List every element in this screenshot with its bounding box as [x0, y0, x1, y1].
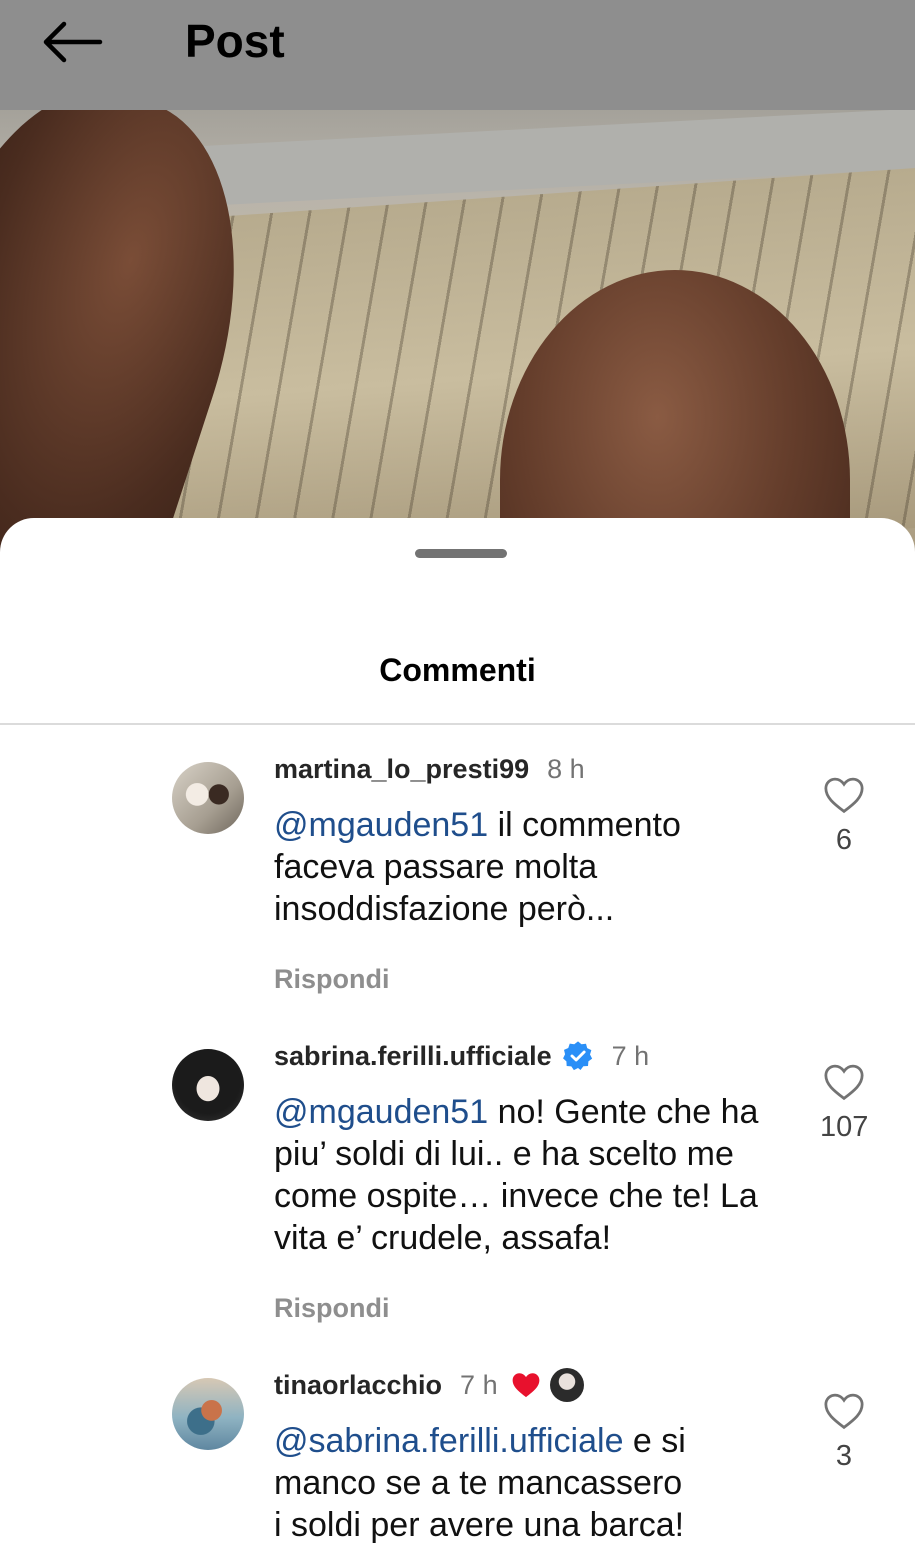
comments-sheet: Commenti martina_lo_presti99 8 h @mgaude…	[0, 518, 915, 1543]
comment-time: 7 h	[611, 1040, 650, 1071]
comment-username[interactable]: tinaorlacchio	[274, 1370, 442, 1401]
comment-line: manco se a te mancassero	[274, 1464, 683, 1502]
author-mini-avatar	[549, 1368, 584, 1402]
avatar[interactable]	[172, 1378, 244, 1450]
divider	[0, 723, 915, 725]
comment-line: e si	[623, 1422, 686, 1460]
comment-header: sabrina.ferilli.ufficiale 7 h	[274, 1039, 649, 1073]
comment-text: @sabrina.ferilli.ufficiale e si manco se…	[274, 1420, 794, 1543]
comment-line: insoddisfazione però...	[274, 890, 615, 928]
comment-time: 7 h	[460, 1369, 498, 1400]
like-button[interactable]: 107	[820, 1063, 868, 1144]
comment-line: come ospite… invece che te! La	[274, 1177, 758, 1215]
like-button[interactable]: 6	[820, 776, 868, 857]
comment-mention[interactable]: @mgauden51	[274, 1093, 488, 1131]
comment-header: martina_lo_presti99 8 h	[274, 752, 585, 786]
comment-line: piu’ soldi di lui.. e ha scelto me	[274, 1135, 734, 1173]
comment-time: 8 h	[547, 753, 585, 784]
comment-line: vita e’ crudele, assafa!	[274, 1219, 612, 1257]
back-button[interactable]	[40, 20, 104, 64]
comment-header: tinaorlacchio 7 h	[274, 1368, 584, 1402]
like-count: 3	[835, 1440, 853, 1472]
heart-icon	[824, 1064, 864, 1101]
page-title: Post	[185, 15, 285, 67]
like-count: 107	[820, 1111, 869, 1143]
avatar[interactable]	[172, 1049, 244, 1121]
top-bar: Post	[0, 0, 915, 110]
comment-line: i soldi per avere una barca!	[274, 1506, 685, 1543]
back-arrow-icon	[43, 21, 103, 63]
heart-icon	[824, 777, 864, 814]
comment-mention[interactable]: @sabrina.ferilli.ufficiale	[274, 1422, 623, 1460]
author-liked-heart-icon	[512, 1373, 539, 1398]
like-count: 6	[835, 824, 853, 856]
sheet-drag-handle[interactable]	[415, 549, 507, 558]
sheet-title: Commenti	[379, 652, 536, 688]
comment-line: il commento	[488, 806, 681, 844]
comment-username[interactable]: sabrina.ferilli.ufficiale	[274, 1041, 552, 1072]
comment-text: @mgauden51 il commento faceva passare mo…	[274, 804, 794, 930]
heart-icon	[824, 1393, 864, 1430]
comment-line: no! Gente che ha	[488, 1093, 759, 1131]
avatar[interactable]	[172, 762, 244, 834]
comment-text: @mgauden51 no! Gente che ha piu’ soldi d…	[274, 1091, 814, 1259]
comment-line: faceva passare molta	[274, 848, 598, 886]
reply-button[interactable]: Rispondi	[274, 964, 390, 995]
reply-button[interactable]: Rispondi	[274, 1293, 390, 1324]
like-button[interactable]: 3	[820, 1392, 868, 1473]
comment-username[interactable]: martina_lo_presti99	[274, 754, 529, 785]
comment-mention[interactable]: @mgauden51	[274, 806, 488, 844]
verified-badge-icon	[562, 1041, 592, 1071]
